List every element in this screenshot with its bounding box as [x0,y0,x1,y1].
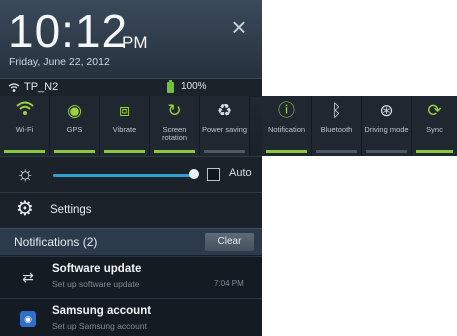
vibrate-icon: ⧈ [119,101,130,120]
toggle-indicator [366,150,407,153]
wifi-icon [0,101,49,121]
notification-time: 7:04 PM [214,279,244,288]
settings-label: Settings [50,204,92,216]
settings-row[interactable]: ⚙ Settings [0,192,262,228]
toggle-indicator [204,150,245,153]
toggle-label: Power saving [201,125,248,134]
status-bar: TP_N2 100% [0,78,262,97]
samsung-account-icon: ◉ [20,311,36,327]
gear-icon: ⚙ [16,198,34,220]
toggle-bluetooth[interactable]: ᛒ Bluetooth [312,96,362,156]
clear-button[interactable]: Clear [205,233,254,251]
brightness-icon: ☼ [16,163,35,185]
toggle-indicator [54,150,95,153]
toggle-label: GPS [66,125,83,134]
toggle-label: Wi-Fi [15,125,34,134]
toggle-indicator [4,150,45,153]
steering-wheel-icon: ⊛ [379,101,394,120]
info-icon: ⓘ [278,101,295,120]
auto-brightness-label: Auto [229,167,252,179]
network-name: TP_N2 [24,81,59,93]
sync-arrows-icon: ⇄ [22,269,34,285]
toggle-driving-mode[interactable]: ⊛ Driving mode [362,96,412,156]
gps-icon: ◉ [67,101,82,120]
recycle-icon: ♻ [216,101,233,120]
bluetooth-icon: ᛒ [331,101,342,120]
toggle-indicator [154,150,195,153]
close-icon[interactable]: × [228,14,250,40]
brightness-slider-track[interactable] [53,174,194,177]
brightness-row: ☼ Auto [0,156,262,193]
auto-brightness-checkbox[interactable] [207,168,220,181]
quick-toggle-strip: Wi-Fi ◉ GPS ⧈ Vibrate ↻ Screen rotation … [0,96,457,156]
clock-time: 10:12 [8,5,129,57]
notification-panel: 10:12 PM Friday, June 22, 2012 × TP_N2 1… [0,0,262,336]
battery-icon [167,80,174,93]
clock-header: 10:12 PM Friday, June 22, 2012 × [0,0,262,78]
notification-title: Samsung account [52,305,152,317]
toggle-screen-rotation[interactable]: ↻ Screen rotation [150,96,200,156]
toggle-indicator [416,150,453,153]
wifi-signal-icon [8,83,20,92]
notification-subtitle: Set up software update [52,279,140,289]
clock-date: Friday, June 22, 2012 [9,56,110,68]
sync-icon: ⟳ [427,101,442,120]
toggle-label: Notification [267,125,306,134]
toggle-label: Sync [426,125,443,134]
toggle-notification[interactable]: ⓘ Notification [262,96,312,156]
toggle-indicator [266,150,307,153]
notifications-title: Notifications (2) [14,235,98,249]
notification-item-software-update[interactable]: ⇄ Software update Set up software update… [0,256,262,297]
clock-ampm: PM [122,33,148,52]
toggle-indicator [316,150,357,153]
notification-item-samsung-account[interactable]: ◉ Samsung account Set up Samsung account [0,298,262,336]
battery-percent: 100% [181,81,207,92]
rotation-icon: ↻ [167,101,182,120]
toggle-sync[interactable]: ⟳ Sync [412,96,457,156]
notification-title: Software update [52,263,142,275]
brightness-slider-handle[interactable] [189,169,199,179]
toggle-label: Bluetooth [320,125,353,134]
notification-subtitle: Set up Samsung account [52,321,147,331]
toggle-wifi[interactable]: Wi-Fi [0,96,50,156]
toggle-power-saving[interactable]: ♻ Power saving [200,96,250,156]
toggle-vibrate[interactable]: ⧈ Vibrate [100,96,150,156]
notifications-header: Notifications (2) Clear [0,228,262,255]
toggle-indicator [104,150,145,153]
toggle-label: Screen rotation [161,125,188,142]
toggle-gps[interactable]: ◉ GPS [50,96,100,156]
toggle-label: Vibrate [112,125,137,134]
toggle-label: Driving mode [364,125,409,134]
